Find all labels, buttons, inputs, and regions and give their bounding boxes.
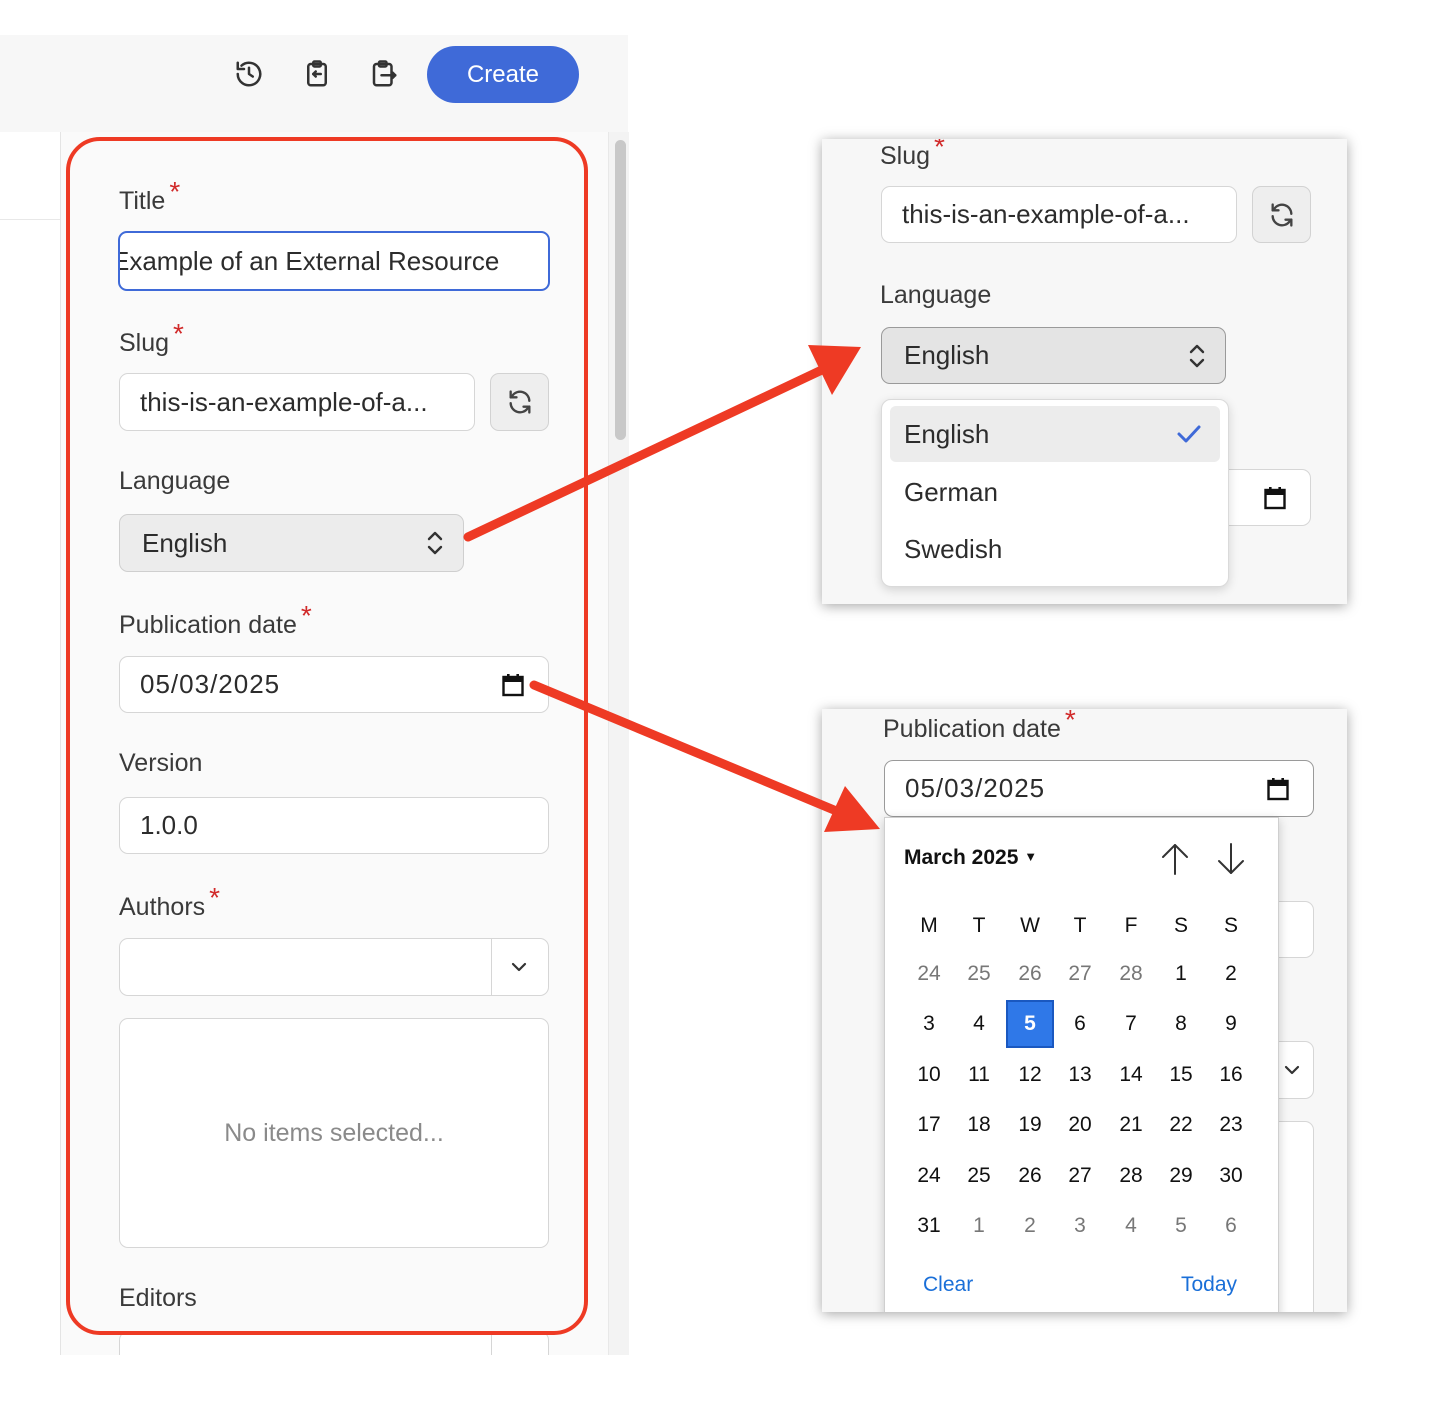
arrow-to-language-zoom: [463, 345, 861, 542]
annotation-arrows: [463, 345, 880, 832]
arrow-to-date-zoom: [529, 680, 880, 832]
